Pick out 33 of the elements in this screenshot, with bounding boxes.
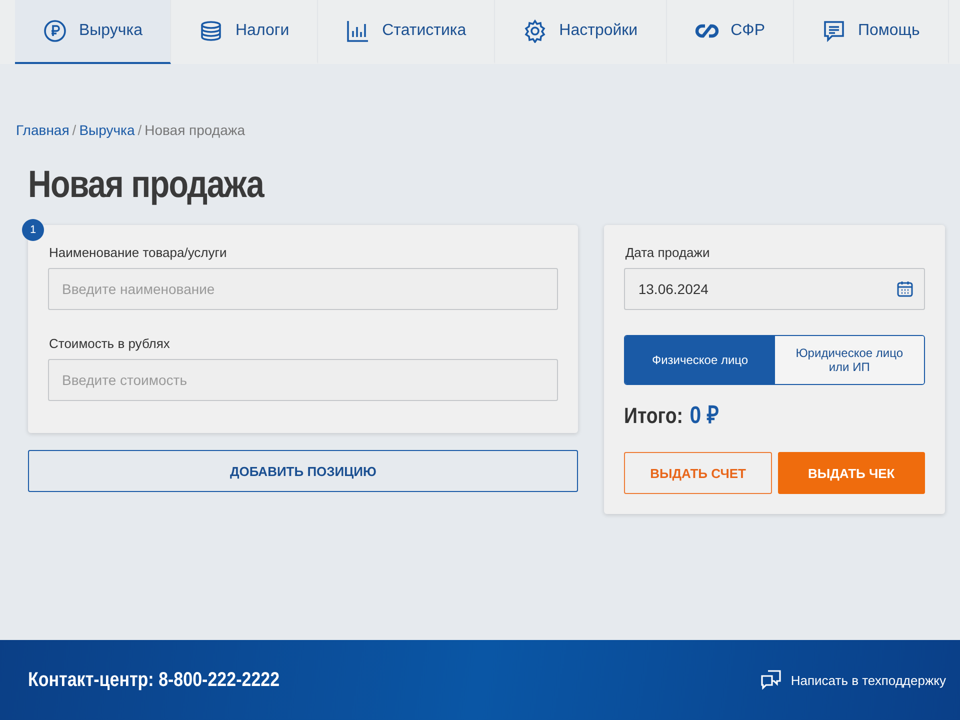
coin-stack-icon (199, 19, 224, 43)
buyer-type-option[interactable]: Физическое лицо (625, 336, 775, 384)
breadcrumb-link[interactable]: Выручка (79, 122, 135, 138)
nav-tab[interactable]: Выручка (15, 0, 172, 64)
field-label: Дата продажи (625, 245, 711, 260)
support-link[interactable]: Написать в техподдержку (790, 672, 946, 688)
chat-bubbles-icon (758, 668, 783, 692)
input-field[interactable]: Введите наименование (48, 268, 558, 310)
nav-tab[interactable]: Налоги (171, 0, 318, 64)
field-label: Наименование товара/услуги (49, 245, 228, 260)
step-badge: 1 (22, 219, 44, 241)
date-field[interactable]: 13.06.2024 (624, 268, 925, 310)
calendar-icon[interactable] (896, 280, 914, 298)
input-field[interactable]: Введите стоимость (48, 359, 558, 401)
contact-center-text: Контакт-центр: 8-800-222-2222 (28, 668, 280, 692)
nav-tab[interactable]: Настройки (495, 0, 667, 64)
settings-icon (523, 19, 548, 43)
total-amount: 0 ₽ (690, 401, 720, 430)
bar-chart-icon (346, 19, 370, 43)
total-label: Итого: (624, 403, 684, 429)
field-label: Стоимость в рублях (49, 336, 171, 351)
breadcrumb-separator: / (138, 122, 142, 138)
buyer-type-option[interactable]: Юридическое лицо или ИП (774, 336, 924, 384)
breadcrumb-link[interactable]: Главная (16, 122, 70, 138)
message-icon (822, 19, 846, 43)
ruble-icon (43, 19, 67, 43)
add-position-button[interactable]: ДОБАВИТЬ ПОЗИЦИЮ (28, 450, 578, 492)
page-title: Новая продажа (28, 164, 266, 207)
breadcrumb-separator: / (72, 122, 76, 138)
nav-tab[interactable]: Помощь (794, 0, 949, 64)
breadcrumb-current: Новая продажа (144, 122, 246, 138)
nav-tab[interactable]: СФР (666, 0, 794, 64)
nav-tab[interactable]: Статистика (318, 0, 496, 64)
